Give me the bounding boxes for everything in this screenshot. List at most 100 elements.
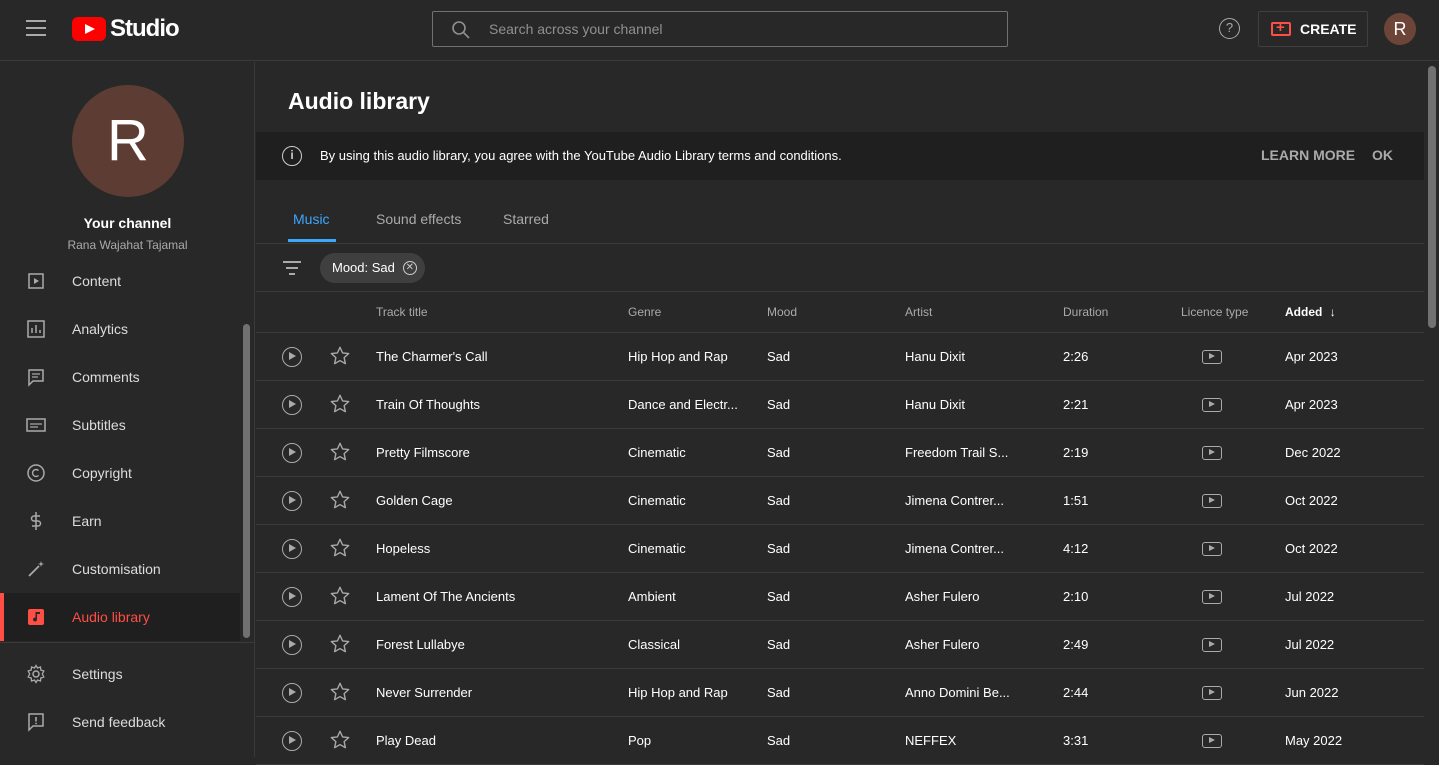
main-scrollbar[interactable]: [1428, 66, 1436, 328]
licence-youtube-icon[interactable]: [1202, 590, 1222, 604]
table-row[interactable]: Hopeless Cinematic Sad Jimena Contrer... 4:1…: [256, 525, 1424, 573]
sidebar-item-comments[interactable]: Comments: [0, 353, 240, 401]
hamburger-menu-icon[interactable]: [26, 20, 46, 36]
licence-youtube-icon[interactable]: [1202, 350, 1222, 364]
sidebar-item-subtitles[interactable]: Subtitles: [0, 401, 240, 449]
play-icon[interactable]: [282, 731, 302, 751]
play-icon[interactable]: [282, 347, 302, 367]
sidebar-item-content[interactable]: Content: [0, 257, 240, 305]
table-row[interactable]: Forest Lullabye Classical Sad Asher Fulero 2…: [256, 621, 1424, 669]
track-added: Apr 2023: [1285, 397, 1338, 412]
table-row[interactable]: Pretty Filmscore Cinematic Sad Freedom Trai…: [256, 429, 1424, 477]
licence-youtube-icon[interactable]: [1202, 398, 1222, 412]
star-icon[interactable]: [329, 345, 351, 367]
play-icon[interactable]: [282, 395, 302, 415]
star-icon[interactable]: [329, 441, 351, 463]
sort-arrow-down-icon: ↓: [1329, 305, 1336, 319]
account-avatar[interactable]: R: [1384, 13, 1416, 45]
mood-filter-chip[interactable]: Mood: Sad ✕: [320, 253, 425, 283]
col-genre[interactable]: Genre: [628, 305, 661, 319]
play-icon[interactable]: [282, 635, 302, 655]
track-added: May 2022: [1285, 733, 1343, 748]
audio-library-icon: [28, 609, 44, 625]
close-icon[interactable]: ✕: [402, 261, 417, 275]
licence-youtube-icon[interactable]: [1202, 734, 1222, 748]
table-row[interactable]: Never Surrender Hip Hop and Rap Sad Anno Do…: [256, 669, 1424, 717]
sidebar-item-send-feedback[interactable]: Send feedback: [0, 698, 240, 746]
tab-music[interactable]: Music: [293, 211, 330, 227]
search-input[interactable]: [489, 18, 989, 40]
filter-icon[interactable]: [283, 261, 301, 275]
sidebar-item-label: Subtitles: [72, 417, 126, 433]
sidebar-item-analytics[interactable]: Analytics: [0, 305, 240, 353]
gear-icon: [27, 664, 45, 684]
table-row[interactable]: Play Dead Pop Sad NEFFEX 3:31 May 2022: [256, 717, 1424, 765]
col-added[interactable]: Added ↓: [1285, 305, 1336, 319]
table-row[interactable]: Train Of Thoughts Dance and Electr... Sad H…: [256, 381, 1424, 429]
track-artist: NEFFEX: [905, 733, 957, 748]
star-icon[interactable]: [329, 729, 351, 751]
star-icon[interactable]: [329, 393, 351, 415]
play-icon[interactable]: [282, 683, 302, 703]
track-duration: 2:10: [1063, 589, 1089, 604]
sidebar-item-settings[interactable]: Settings: [0, 650, 240, 698]
col-added-label: Added: [1285, 305, 1323, 319]
learn-more-button[interactable]: LEARN MORE: [1261, 147, 1355, 163]
star-icon[interactable]: [329, 489, 351, 511]
search-box[interactable]: [432, 11, 1008, 47]
channel-avatar[interactable]: R: [72, 85, 184, 197]
track-duration: 2:21: [1063, 397, 1089, 412]
track-duration: 2:44: [1063, 685, 1089, 700]
ok-button[interactable]: OK: [1372, 147, 1393, 163]
table-row[interactable]: Lament Of The Ancients Ambient Sad Asher Fu…: [256, 573, 1424, 621]
play-icon[interactable]: [282, 443, 302, 463]
licence-youtube-icon[interactable]: [1202, 686, 1222, 700]
table-row[interactable]: Golden Cage Cinematic Sad Jimena Contrer...…: [256, 477, 1424, 525]
tab-bar: Music Sound effects Starred: [256, 196, 1424, 244]
track-genre: Dance and Electr...: [628, 397, 738, 412]
licence-youtube-icon[interactable]: [1202, 446, 1222, 460]
track-artist: Hanu Dixit: [905, 349, 965, 364]
col-artist[interactable]: Artist: [905, 305, 932, 319]
tab-starred[interactable]: Starred: [503, 211, 549, 227]
tab-sound-effects[interactable]: Sound effects: [376, 211, 461, 227]
licence-youtube-icon[interactable]: [1202, 638, 1222, 652]
copyright-icon: [27, 464, 45, 482]
play-icon[interactable]: [282, 491, 302, 511]
sidebar-item-earn[interactable]: Earn: [0, 497, 240, 545]
create-button[interactable]: CREATE: [1258, 11, 1368, 47]
star-icon[interactable]: [329, 585, 351, 607]
track-mood: Sad: [767, 685, 791, 700]
col-track-title[interactable]: Track title: [376, 305, 428, 319]
sidebar-item-label: Earn: [72, 513, 102, 529]
search-icon: [452, 21, 470, 39]
play-icon[interactable]: [282, 587, 302, 607]
table-row[interactable]: The Charmer's Call Hip Hop and Rap Sad Hanu…: [256, 333, 1424, 381]
licence-youtube-icon[interactable]: [1202, 494, 1222, 508]
track-title: Golden Cage: [376, 493, 453, 508]
sidebar-item-customisation[interactable]: Customisation: [0, 545, 240, 593]
table-header: Track title Genre Mood Artist Duration L…: [256, 292, 1424, 333]
star-icon[interactable]: [329, 537, 351, 559]
youtube-play-icon: [72, 17, 106, 41]
studio-logo[interactable]: Studio: [72, 15, 180, 43]
col-duration[interactable]: Duration: [1063, 305, 1108, 319]
licence-youtube-icon[interactable]: [1202, 542, 1222, 556]
chip-label: Mood: Sad: [332, 260, 395, 275]
star-icon[interactable]: [329, 681, 351, 703]
play-icon[interactable]: [282, 539, 302, 559]
track-mood: Sad: [767, 637, 791, 652]
track-genre: Classical: [628, 637, 681, 652]
sidebar-item-copyright[interactable]: Copyright: [0, 449, 240, 497]
col-licence-type[interactable]: Licence type: [1181, 305, 1248, 319]
col-mood[interactable]: Mood: [767, 305, 797, 319]
help-icon[interactable]: ?: [1219, 18, 1240, 39]
track-duration: 3:31: [1063, 733, 1089, 748]
create-label: CREATE: [1300, 21, 1357, 37]
subtitles-icon: [26, 418, 46, 432]
track-genre: Cinematic: [628, 493, 686, 508]
star-icon[interactable]: [329, 633, 351, 655]
sidebar-scrollbar[interactable]: [243, 324, 250, 638]
track-artist: Jimena Contrer...: [905, 541, 1004, 556]
sidebar-item-audio-library[interactable]: Audio library: [0, 593, 240, 641]
